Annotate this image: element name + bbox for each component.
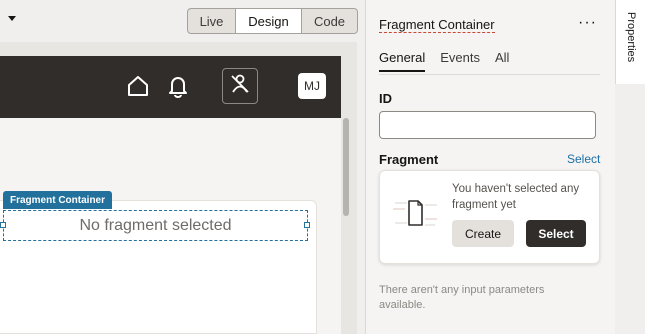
properties-side-tab-label: Properties [625,12,637,63]
tab-general[interactable]: General [379,50,426,72]
fragment-label: Fragment [379,152,439,167]
document-illustration-icon [393,195,439,238]
tab-divider [379,74,600,75]
resize-handle-left[interactable] [0,222,6,228]
view-mode-switch: Live Design Code [187,8,358,34]
designer-window: Live Design Code MJ Fragment Container N… [0,0,645,334]
id-field[interactable] [379,111,596,139]
tab-events[interactable]: Events [440,50,480,72]
person-slash-icon [229,73,251,100]
canvas-scrollbar[interactable] [343,118,349,216]
select-fragment-link[interactable]: Select [567,152,600,166]
accessibility-button[interactable] [222,68,258,104]
fragment-container-placeholder[interactable]: No fragment selected [3,210,308,241]
design-mode-button[interactable]: Design [236,9,302,33]
panel-title: Fragment Container [379,17,495,33]
select-fragment-button[interactable]: Select [526,220,586,247]
code-mode-button[interactable]: Code [302,9,357,33]
home-icon[interactable] [126,74,150,103]
create-fragment-button[interactable]: Create [452,220,514,247]
more-options-icon[interactable]: ··· [578,14,597,32]
bell-icon[interactable] [167,74,189,103]
no-input-parameters-message: There aren't any input parameters availa… [379,284,545,311]
live-mode-button[interactable]: Live [188,9,236,33]
canvas-toolbar: Live Design Code [0,0,358,42]
chevron-down-icon[interactable] [8,16,16,21]
tab-all[interactable]: All [495,50,509,72]
panel-tabs: General Events All [379,50,509,72]
fragment-container-tag[interactable]: Fragment Container [3,191,113,209]
avatar[interactable]: MJ [298,73,326,99]
id-label: ID [379,91,392,106]
resize-handle-right[interactable] [304,222,310,228]
no-fragment-message: You haven't selected any fragment yet [452,183,580,211]
